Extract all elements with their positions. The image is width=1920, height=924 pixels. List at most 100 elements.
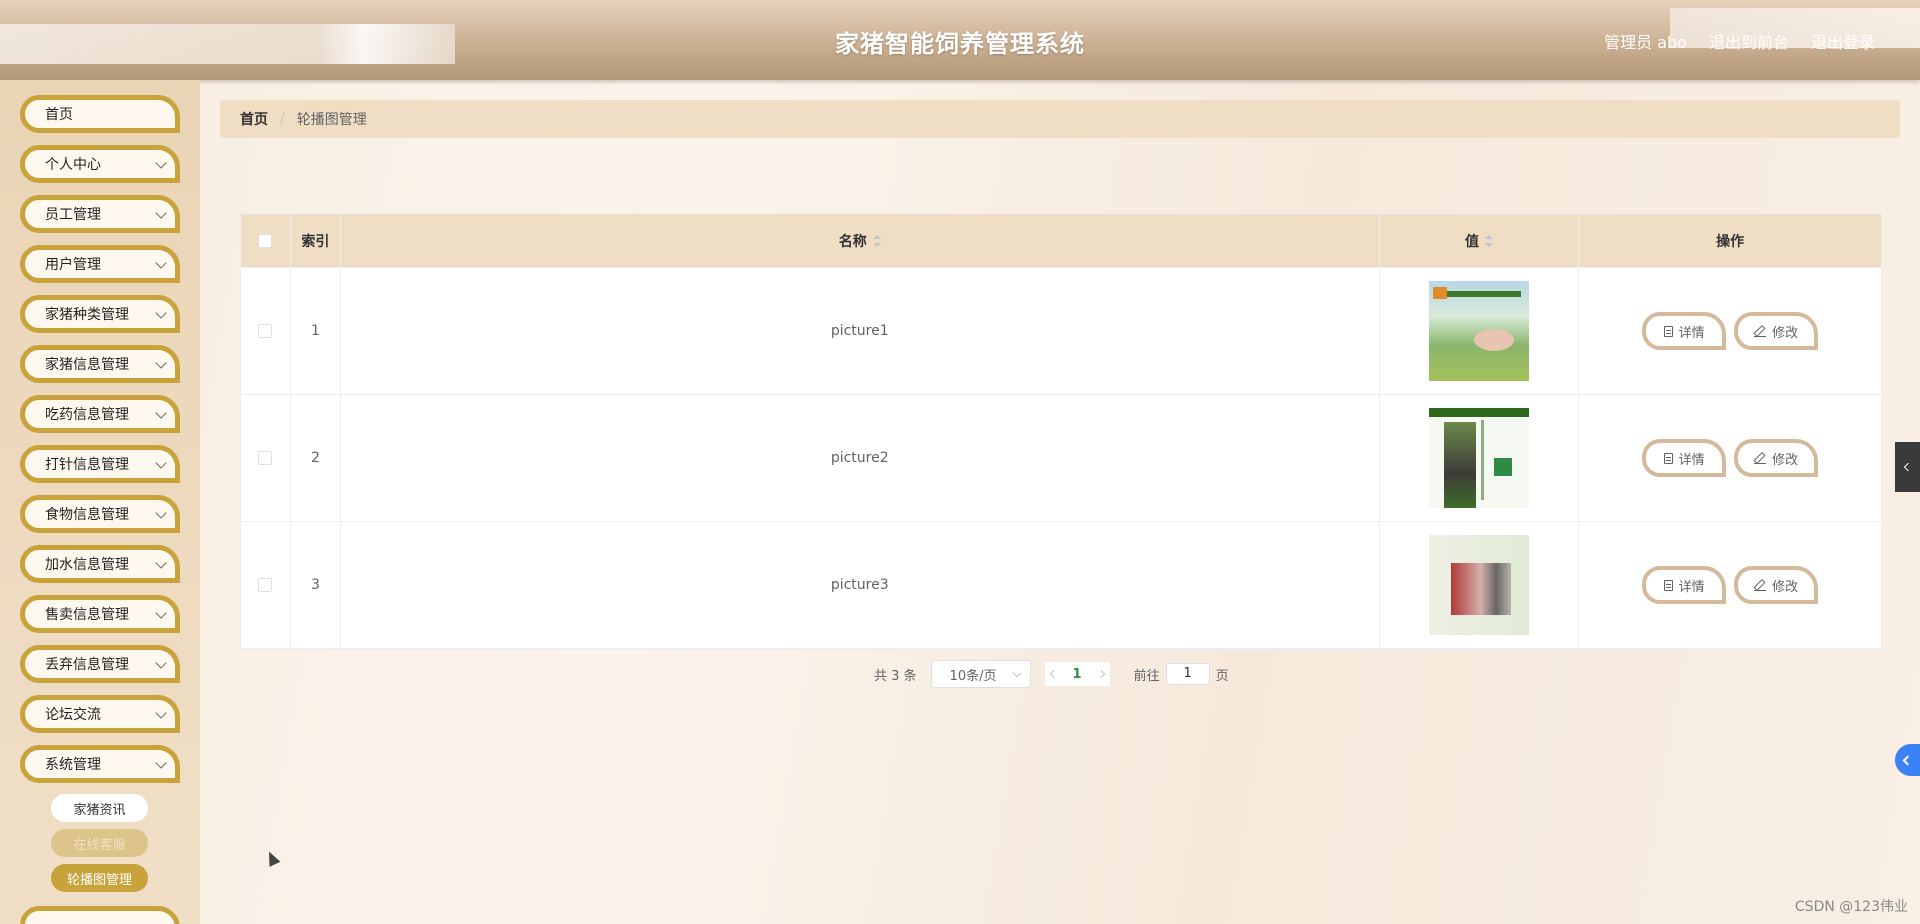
sidebar-item-discard[interactable]: 丢弃信息管理 xyxy=(20,645,180,683)
breadcrumb-home[interactable]: 首页 xyxy=(240,109,268,129)
header-index: 索引 xyxy=(291,214,341,267)
top-header: 家猪智能饲养管理系统 管理员 abo 退出到前台 退出登录 xyxy=(0,0,1920,80)
collapse-panel-tab[interactable] xyxy=(1895,442,1920,492)
edit-button[interactable]: 修改 xyxy=(1734,566,1819,604)
edit-button[interactable]: 修改 xyxy=(1734,312,1819,350)
sidebar-item-label: 论坛交流 xyxy=(45,707,101,723)
sidebar-item-home[interactable]: 首页 xyxy=(20,95,180,133)
select-all-checkbox[interactable] xyxy=(258,233,273,248)
chevron-down-icon xyxy=(155,457,167,469)
chevron-down-icon xyxy=(155,757,167,769)
sidebar-item-label: 家猪信息管理 xyxy=(45,357,129,373)
chevron-down-icon xyxy=(155,257,167,269)
chevron-down-icon xyxy=(155,557,167,569)
carousel-image-thumbnail[interactable] xyxy=(1428,281,1529,381)
exit-to-front-link[interactable]: 退出到前台 xyxy=(1709,29,1789,53)
detail-button[interactable]: 详情 xyxy=(1642,566,1727,604)
sidebar-item-label: 打针信息管理 xyxy=(45,457,129,473)
row-checkbox[interactable] xyxy=(258,324,273,338)
sidebar-item-users[interactable]: 用户管理 xyxy=(20,245,180,283)
chevron-left-icon xyxy=(1903,462,1912,472)
sidebar-subitem-online-service[interactable]: 在线客服 xyxy=(51,829,148,857)
document-icon xyxy=(1663,579,1673,591)
sidebar-subitem-pig-news[interactable]: 家猪资讯 xyxy=(51,794,148,822)
sidebar-item-label: 系统管理 xyxy=(45,757,101,773)
chevron-down-icon xyxy=(155,157,167,169)
sidebar-item-injection[interactable]: 打针信息管理 xyxy=(20,445,180,483)
row-checkbox[interactable] xyxy=(258,578,273,592)
edit-icon xyxy=(1754,325,1767,337)
sidebar-item-sales[interactable]: 售卖信息管理 xyxy=(20,595,180,633)
breadcrumb: 首页 / 轮播图管理 xyxy=(220,100,1900,138)
pagination-total: 共 3 条 xyxy=(874,668,917,684)
next-page-icon[interactable] xyxy=(1096,669,1105,679)
header-ops: 操作 xyxy=(1716,233,1745,250)
page-number-current[interactable]: 1 xyxy=(1073,667,1082,682)
prev-page-icon[interactable] xyxy=(1049,669,1058,679)
sidebar-item-pig-types[interactable]: 家猪种类管理 xyxy=(20,295,180,333)
chevron-down-icon xyxy=(155,607,167,619)
row-index: 1 xyxy=(291,268,341,394)
main-content: 首页 / 轮播图管理 索引 名称 值 操作 1 picture1 详情 修改 2… xyxy=(200,80,1920,924)
chevron-left-icon xyxy=(1902,755,1913,765)
table-row: 2 picture2 详情 修改 xyxy=(241,395,1881,522)
watermark: CSDN @123伟业 xyxy=(1794,899,1908,915)
chevron-down-icon xyxy=(155,407,167,419)
carousel-table: 索引 名称 值 操作 1 picture1 详情 修改 2 picture2 详… xyxy=(240,213,1882,650)
edit-icon xyxy=(1754,452,1767,464)
floating-toggle-button[interactable] xyxy=(1895,744,1920,776)
page-list: 1 xyxy=(1044,662,1110,686)
goto-suffix: 页 xyxy=(1215,668,1229,684)
sidebar-item-label: 员工管理 xyxy=(45,207,101,223)
logout-link[interactable]: 退出登录 xyxy=(1811,29,1875,53)
row-index: 3 xyxy=(291,522,341,648)
sidebar-item-personal-center[interactable]: 个人中心 xyxy=(20,145,180,183)
edit-button[interactable]: 修改 xyxy=(1734,439,1819,477)
chevron-down-icon xyxy=(155,507,167,519)
sidebar-item-label: 食物信息管理 xyxy=(45,507,129,523)
sidebar-item-label: 用户管理 xyxy=(45,257,101,273)
row-checkbox[interactable] xyxy=(258,451,273,465)
sidebar-item-label: 个人中心 xyxy=(45,157,101,173)
header-value[interactable]: 值 xyxy=(1465,231,1479,251)
chevron-down-icon xyxy=(1012,668,1021,678)
table-row: 3 picture3 详情 修改 xyxy=(241,522,1881,649)
sidebar-item-label: 加水信息管理 xyxy=(45,557,129,573)
header-name[interactable]: 名称 xyxy=(839,231,867,251)
row-index: 2 xyxy=(291,395,341,521)
pagination: 共 3 条 10条/页 1 前往 1 页 xyxy=(874,660,1229,688)
sidebar-item-system[interactable]: 系统管理 xyxy=(20,745,180,783)
sidebar-item-staff[interactable]: 员工管理 xyxy=(20,195,180,233)
detail-button[interactable]: 详情 xyxy=(1642,439,1727,477)
carousel-image-thumbnail[interactable] xyxy=(1428,535,1529,635)
row-name: picture3 xyxy=(341,522,1380,648)
breadcrumb-separator: / xyxy=(280,111,285,127)
table-header: 索引 名称 值 操作 xyxy=(241,214,1881,268)
goto-page-input[interactable]: 1 xyxy=(1165,663,1210,685)
chevron-down-icon xyxy=(155,357,167,369)
sidebar-item-label: 家猪种类管理 xyxy=(45,307,129,323)
sort-icon[interactable] xyxy=(1484,234,1493,247)
sidebar-item-food[interactable]: 食物信息管理 xyxy=(20,495,180,533)
sidebar-subitem-carousel[interactable]: 轮播图管理 xyxy=(51,864,148,892)
sidebar-item-label: 丢弃信息管理 xyxy=(45,657,129,673)
breadcrumb-current: 轮播图管理 xyxy=(296,112,367,128)
sidebar-item-medicine[interactable]: 吃药信息管理 xyxy=(20,395,180,433)
page-size-select[interactable]: 10条/页 xyxy=(930,660,1031,688)
sidebar-item-forum[interactable]: 论坛交流 xyxy=(20,695,180,733)
goto-prefix: 前往 xyxy=(1133,668,1160,684)
document-icon xyxy=(1663,452,1673,464)
detail-button[interactable]: 详情 xyxy=(1642,312,1727,350)
sidebar-item-pig-info[interactable]: 家猪信息管理 xyxy=(20,345,180,383)
sort-icon[interactable] xyxy=(872,234,881,247)
chevron-down-icon xyxy=(155,657,167,669)
carousel-image-thumbnail[interactable] xyxy=(1428,408,1529,508)
edit-icon xyxy=(1754,579,1767,591)
sidebar-item-label: 吃药信息管理 xyxy=(45,407,129,423)
row-name: picture2 xyxy=(341,395,1380,521)
sidebar-item-label: 售卖信息管理 xyxy=(45,607,129,623)
admin-user-label[interactable]: 管理员 abo xyxy=(1604,29,1687,53)
sidebar-item-water[interactable]: 加水信息管理 xyxy=(20,545,180,583)
sidebar-item-partial[interactable] xyxy=(20,906,180,924)
row-name: picture1 xyxy=(341,268,1380,394)
